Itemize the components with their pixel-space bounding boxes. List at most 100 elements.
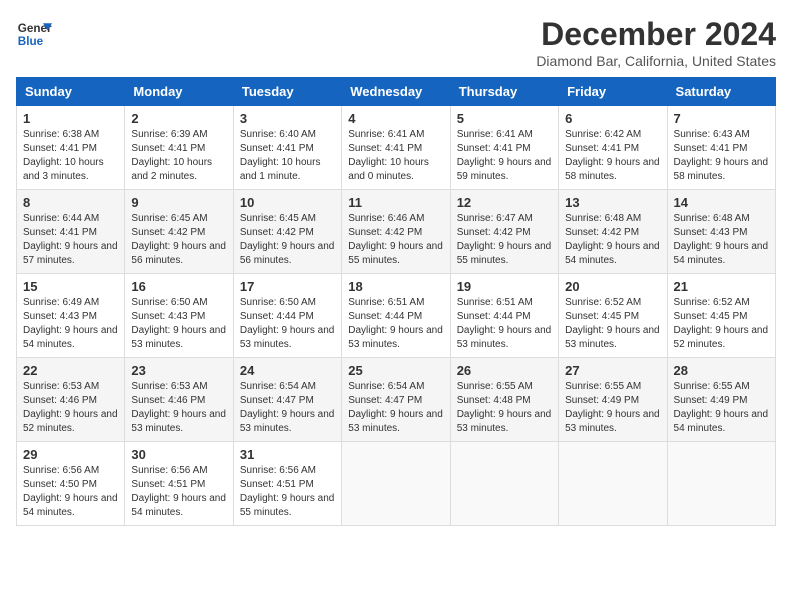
- calendar-cell: 17Sunrise: 6:50 AMSunset: 4:44 PMDayligh…: [233, 274, 341, 358]
- calendar-cell: [667, 442, 775, 526]
- day-info: Sunrise: 6:48 AMSunset: 4:43 PMDaylight:…: [674, 212, 769, 268]
- day-number: 11: [348, 195, 443, 210]
- day-number: 25: [348, 363, 443, 378]
- day-info: Sunrise: 6:44 AMSunset: 4:41 PMDaylight:…: [23, 212, 118, 268]
- calendar-cell: 31Sunrise: 6:56 AMSunset: 4:51 PMDayligh…: [233, 442, 341, 526]
- week-row-3: 15 Sunrise: 6:49 AMSunset: 4:43 PMDayligh…: [17, 274, 776, 358]
- week-row-2: 8 Sunrise: 6:44 AMSunset: 4:41 PMDaylight…: [17, 190, 776, 274]
- calendar-cell: 2 Sunrise: 6:39 AMSunset: 4:41 PMDaylight…: [125, 106, 233, 190]
- day-info: Sunrise: 6:53 AMSunset: 4:46 PMDaylight:…: [131, 380, 226, 436]
- calendar-cell: 7 Sunrise: 6:43 AMSunset: 4:41 PMDaylight…: [667, 106, 775, 190]
- day-number: 7: [674, 111, 769, 126]
- day-number: 26: [457, 363, 552, 378]
- weekday-header-thursday: Thursday: [450, 78, 558, 106]
- calendar-cell: 25 Sunrise: 6:54 AMSunset: 4:47 PMDayligh…: [342, 358, 450, 442]
- calendar-cell: [559, 442, 667, 526]
- weekday-header-wednesday: Wednesday: [342, 78, 450, 106]
- day-number: 29: [23, 447, 118, 462]
- day-info: Sunrise: 6:52 AMSunset: 4:45 PMDaylight:…: [674, 296, 769, 352]
- day-info: Sunrise: 6:41 AMSunset: 4:41 PMDaylight:…: [348, 128, 443, 184]
- day-info: Sunrise: 6:43 AMSunset: 4:41 PMDaylight:…: [674, 128, 769, 184]
- day-info: Sunrise: 6:55 AMSunset: 4:49 PMDaylight:…: [565, 380, 660, 436]
- svg-text:Blue: Blue: [18, 35, 44, 48]
- calendar-cell: 15 Sunrise: 6:49 AMSunset: 4:43 PMDayligh…: [17, 274, 125, 358]
- title-area: December 2024 Diamond Bar, California, U…: [536, 16, 776, 69]
- day-info: Sunrise: 6:39 AMSunset: 4:41 PMDaylight:…: [131, 128, 226, 184]
- week-row-1: 1 Sunrise: 6:38 AMSunset: 4:41 PMDaylight…: [17, 106, 776, 190]
- day-number: 19: [457, 279, 552, 294]
- day-info: Sunrise: 6:41 AMSunset: 4:41 PMDaylight:…: [457, 128, 552, 184]
- calendar-cell: 20 Sunrise: 6:52 AMSunset: 4:45 PMDayligh…: [559, 274, 667, 358]
- calendar-cell: 12Sunrise: 6:47 AMSunset: 4:42 PMDayligh…: [450, 190, 558, 274]
- day-info: Sunrise: 6:54 AMSunset: 4:47 PMDaylight:…: [240, 380, 335, 436]
- day-info: Sunrise: 6:46 AMSunset: 4:42 PMDaylight:…: [348, 212, 443, 268]
- calendar-cell: 13 Sunrise: 6:48 AMSunset: 4:42 PMDayligh…: [559, 190, 667, 274]
- day-number: 3: [240, 111, 335, 126]
- day-number: 23: [131, 363, 226, 378]
- weekday-header-row: SundayMondayTuesdayWednesdayThursdayFrid…: [17, 78, 776, 106]
- calendar-cell: 8 Sunrise: 6:44 AMSunset: 4:41 PMDaylight…: [17, 190, 125, 274]
- day-info: Sunrise: 6:52 AMSunset: 4:45 PMDaylight:…: [565, 296, 660, 352]
- day-number: 20: [565, 279, 660, 294]
- day-info: Sunrise: 6:50 AMSunset: 4:44 PMDaylight:…: [240, 296, 335, 352]
- day-number: 18: [348, 279, 443, 294]
- calendar-table: SundayMondayTuesdayWednesdayThursdayFrid…: [16, 77, 776, 526]
- day-info: Sunrise: 6:45 AMSunset: 4:42 PMDaylight:…: [131, 212, 226, 268]
- day-info: Sunrise: 6:55 AMSunset: 4:49 PMDaylight:…: [674, 380, 769, 436]
- day-info: Sunrise: 6:51 AMSunset: 4:44 PMDaylight:…: [457, 296, 552, 352]
- day-number: 8: [23, 195, 118, 210]
- weekday-header-tuesday: Tuesday: [233, 78, 341, 106]
- day-number: 1: [23, 111, 118, 126]
- calendar-cell: 6 Sunrise: 6:42 AMSunset: 4:41 PMDaylight…: [559, 106, 667, 190]
- calendar-cell: 1 Sunrise: 6:38 AMSunset: 4:41 PMDaylight…: [17, 106, 125, 190]
- day-info: Sunrise: 6:48 AMSunset: 4:42 PMDaylight:…: [565, 212, 660, 268]
- calendar-cell: 22 Sunrise: 6:53 AMSunset: 4:46 PMDayligh…: [17, 358, 125, 442]
- day-number: 15: [23, 279, 118, 294]
- calendar-cell: 27 Sunrise: 6:55 AMSunset: 4:49 PMDayligh…: [559, 358, 667, 442]
- weekday-header-friday: Friday: [559, 78, 667, 106]
- day-number: 13: [565, 195, 660, 210]
- calendar-cell: 4Sunrise: 6:41 AMSunset: 4:41 PMDaylight…: [342, 106, 450, 190]
- day-number: 30: [131, 447, 226, 462]
- day-info: Sunrise: 6:56 AMSunset: 4:51 PMDaylight:…: [131, 464, 226, 520]
- calendar-cell: 29Sunrise: 6:56 AMSunset: 4:50 PMDayligh…: [17, 442, 125, 526]
- calendar-cell: 9 Sunrise: 6:45 AMSunset: 4:42 PMDaylight…: [125, 190, 233, 274]
- day-number: 9: [131, 195, 226, 210]
- day-number: 16: [131, 279, 226, 294]
- day-info: Sunrise: 6:38 AMSunset: 4:41 PMDaylight:…: [23, 128, 118, 184]
- calendar-cell: [450, 442, 558, 526]
- day-number: 24: [240, 363, 335, 378]
- day-info: Sunrise: 6:47 AMSunset: 4:42 PMDaylight:…: [457, 212, 552, 268]
- week-row-4: 22 Sunrise: 6:53 AMSunset: 4:46 PMDayligh…: [17, 358, 776, 442]
- calendar-cell: 19 Sunrise: 6:51 AMSunset: 4:44 PMDayligh…: [450, 274, 558, 358]
- day-number: 27: [565, 363, 660, 378]
- day-number: 5: [457, 111, 552, 126]
- day-info: Sunrise: 6:49 AMSunset: 4:43 PMDaylight:…: [23, 296, 118, 352]
- weekday-header-saturday: Saturday: [667, 78, 775, 106]
- week-row-5: 29Sunrise: 6:56 AMSunset: 4:50 PMDayligh…: [17, 442, 776, 526]
- day-number: 2: [131, 111, 226, 126]
- calendar-cell: 24 Sunrise: 6:54 AMSunset: 4:47 PMDayligh…: [233, 358, 341, 442]
- day-info: Sunrise: 6:51 AMSunset: 4:44 PMDaylight:…: [348, 296, 443, 352]
- day-number: 31: [240, 447, 335, 462]
- day-info: Sunrise: 6:42 AMSunset: 4:41 PMDaylight:…: [565, 128, 660, 184]
- day-info: Sunrise: 6:40 AMSunset: 4:41 PMDaylight:…: [240, 128, 335, 184]
- calendar-cell: 11 Sunrise: 6:46 AMSunset: 4:42 PMDayligh…: [342, 190, 450, 274]
- calendar-cell: 3 Sunrise: 6:40 AMSunset: 4:41 PMDaylight…: [233, 106, 341, 190]
- day-number: 21: [674, 279, 769, 294]
- day-number: 6: [565, 111, 660, 126]
- day-info: Sunrise: 6:50 AMSunset: 4:43 PMDaylight:…: [131, 296, 226, 352]
- calendar-cell: 14Sunrise: 6:48 AMSunset: 4:43 PMDayligh…: [667, 190, 775, 274]
- day-info: Sunrise: 6:53 AMSunset: 4:46 PMDaylight:…: [23, 380, 118, 436]
- day-info: Sunrise: 6:45 AMSunset: 4:42 PMDaylight:…: [240, 212, 335, 268]
- calendar-cell: 21 Sunrise: 6:52 AMSunset: 4:45 PMDayligh…: [667, 274, 775, 358]
- logo: General Blue: [16, 16, 52, 52]
- header: General Blue December 2024 Diamond Bar, …: [16, 16, 776, 69]
- day-info: Sunrise: 6:54 AMSunset: 4:47 PMDaylight:…: [348, 380, 443, 436]
- day-number: 28: [674, 363, 769, 378]
- month-title: December 2024: [536, 16, 776, 53]
- calendar-cell: 26Sunrise: 6:55 AMSunset: 4:48 PMDayligh…: [450, 358, 558, 442]
- calendar-cell: 5 Sunrise: 6:41 AMSunset: 4:41 PMDaylight…: [450, 106, 558, 190]
- calendar-cell: 10Sunrise: 6:45 AMSunset: 4:42 PMDayligh…: [233, 190, 341, 274]
- day-number: 22: [23, 363, 118, 378]
